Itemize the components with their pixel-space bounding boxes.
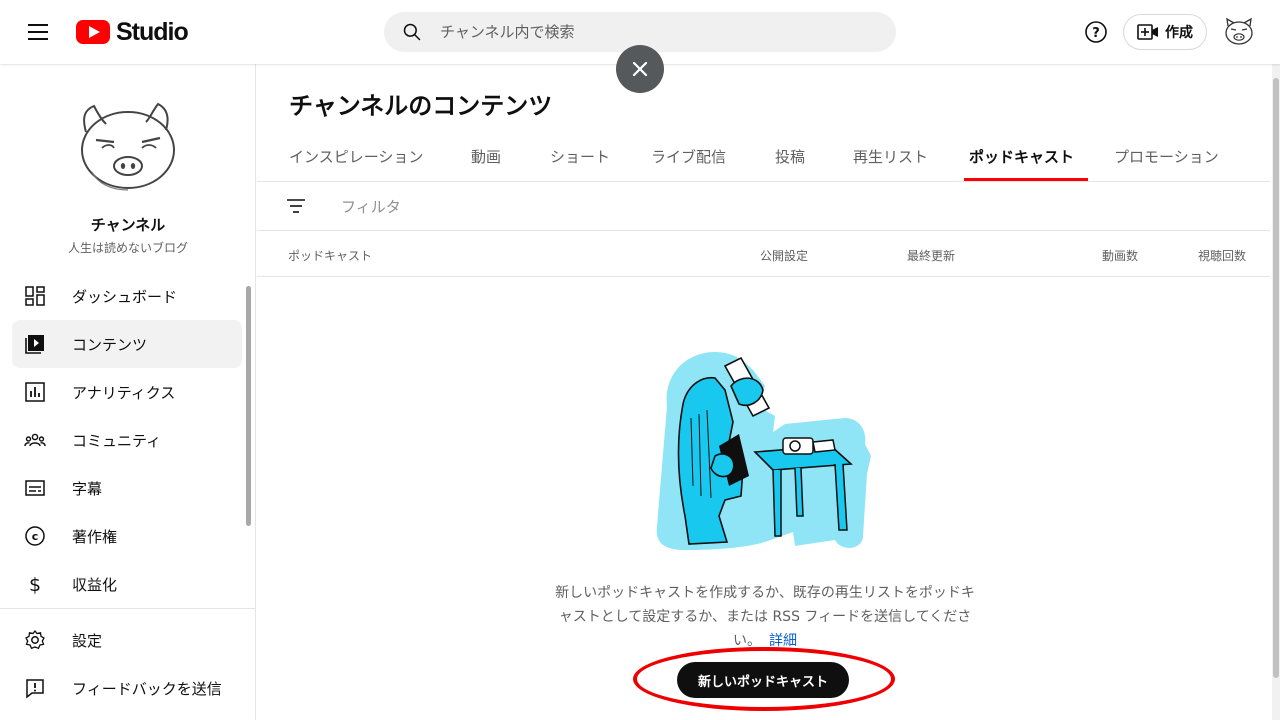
tab-playlists[interactable]: 再生リスト [853,146,928,167]
video-add-icon [1137,24,1158,40]
sidebar-divider [0,608,256,609]
tab-podcasts[interactable]: ポッドキャスト [969,146,1074,167]
close-icon [632,61,648,77]
sidebar: チャンネル 人生は読めないブログ ダッシュボード コンテンツ アナリティクス コ… [0,64,256,720]
page-scrollbar-thumb[interactable] [1273,78,1279,678]
header-divider [257,276,1270,277]
feedback-icon [26,679,44,699]
sidebar-scrollbar[interactable] [246,286,251,526]
studio-logo[interactable]: Studio [76,17,189,47]
community-icon [24,433,46,447]
sidebar-item-label: アナリティクス [72,384,176,402]
sidebar-item-label: 字幕 [72,480,103,498]
empty-message-line: ャストとして設定するか、または RSS フィードを送信してくださ [558,609,972,625]
column-header-last-updated[interactable]: 最終更新 [907,247,955,264]
content-tabs: インスピレーション 動画 ショート ライブ配信 投稿 再生リスト ポッドキャスト… [257,134,1270,182]
filter-input[interactable]: フィルタ [341,196,401,217]
help-icon[interactable]: ? [1082,18,1110,46]
new-podcast-button[interactable]: 新しいポッドキャスト [677,662,849,698]
analytics-icon [25,382,45,402]
tab-shorts[interactable]: ショート [550,146,610,167]
filter-divider [257,230,1270,231]
sidebar-item-label: 著作権 [72,528,118,546]
empty-state-message: 新しいポッドキャストを作成するか、既存の再生リストをポッドキ ャストとして設定す… [530,581,1000,653]
column-header-views[interactable]: 視聴回数 [1198,247,1246,264]
subtitles-icon [25,480,45,496]
main-content: チャンネルのコンテンツ インスピレーション 動画 ショート ライブ配信 投稿 再… [257,64,1270,720]
dollar-icon: $ [29,574,41,595]
create-label: 作成 [1165,25,1193,41]
tab-promotions[interactable]: プロモーション [1114,146,1219,167]
sidebar-item-content[interactable]: コンテンツ [12,320,242,368]
filter-icon[interactable] [285,195,307,217]
tabs-divider [257,181,1270,182]
channel-avatar[interactable] [72,92,184,196]
channel-name: チャンネル [90,216,166,234]
learn-more-link[interactable]: 詳細 [769,633,797,649]
svg-text:$: $ [29,574,41,595]
sidebar-item-subtitles[interactable]: 字幕 [12,464,242,512]
account-avatar[interactable] [1222,16,1256,48]
column-header-podcast: ポッドキャスト [288,249,373,263]
channel-subtitle: 人生は読めないブログ [67,241,188,255]
sidebar-item-label: ダッシュボード [72,288,178,306]
tab-videos[interactable]: 動画 [471,146,501,167]
sidebar-item-label: 設定 [72,632,103,650]
column-header-video-count[interactable]: 動画数 [1102,247,1138,264]
close-button[interactable] [616,45,664,93]
sidebar-item-feedback[interactable]: フィードバックを送信 [12,664,242,712]
empty-state-illustration [656,352,871,550]
search-input[interactable] [440,23,860,41]
empty-message-line: 新しいポッドキャストを作成するか、既存の再生リストをポッドキ [555,585,975,601]
copyright-icon: c [25,526,45,546]
menu-icon[interactable] [22,18,54,46]
sidebar-item-label: フィードバックを送信 [72,680,222,698]
youtube-play-icon [76,20,110,44]
empty-message-line: い。 [733,633,761,649]
sidebar-item-label: コミュニティ [72,432,162,450]
search-icon[interactable] [402,22,422,42]
sidebar-item-label: コンテンツ [72,336,148,354]
tab-inspiration[interactable]: インスピレーション [289,146,423,167]
tab-live[interactable]: ライブ配信 [651,146,726,167]
sidebar-item-copyright[interactable]: c 著作権 [12,512,242,560]
sidebar-item-label: 収益化 [72,576,118,594]
sidebar-item-settings[interactable]: 設定 [12,616,242,664]
gear-icon [25,629,45,650]
dashboard-icon [25,286,45,306]
content-icon [25,335,44,354]
svg-text:?: ? [1092,26,1100,41]
sidebar-item-dashboard[interactable]: ダッシュボード [12,272,242,320]
page-title: チャンネルのコンテンツ [289,92,553,120]
create-button[interactable]: 作成 [1123,14,1207,50]
sidebar-item-community[interactable]: コミュニティ [12,416,242,464]
sidebar-item-monetization[interactable]: $ 収益化 [12,560,242,608]
tab-posts[interactable]: 投稿 [775,146,805,167]
logo-text: Studio [116,17,189,46]
column-header-visibility[interactable]: 公開設定 [760,247,808,264]
sidebar-item-analytics[interactable]: アナリティクス [12,368,242,416]
svg-text:c: c [32,530,39,543]
